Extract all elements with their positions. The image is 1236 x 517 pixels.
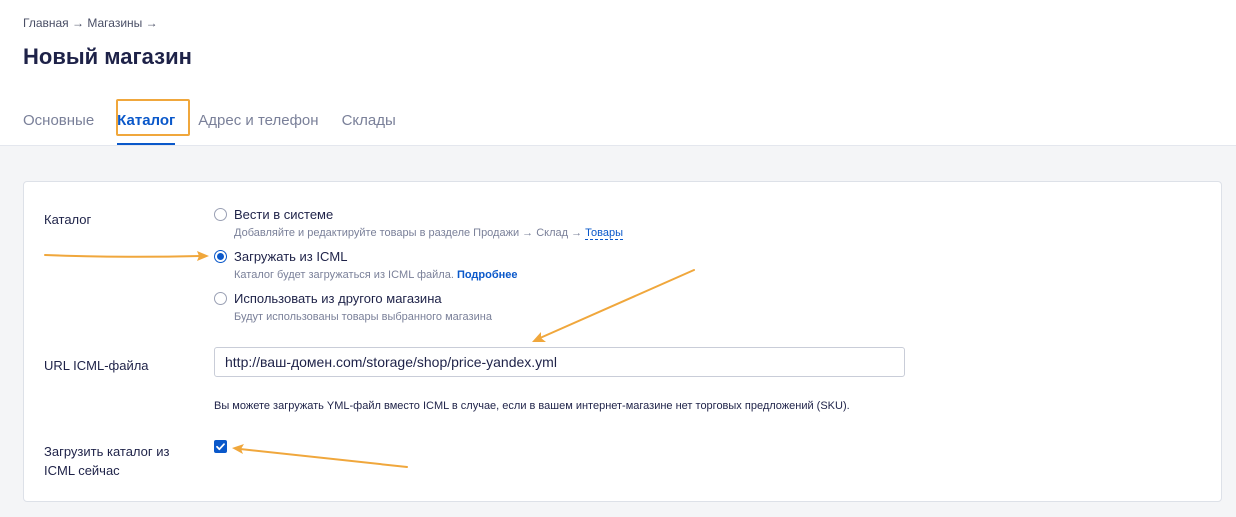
catalog-label: Каталог — [44, 212, 92, 227]
breadcrumb-shops[interactable]: Магазины — [87, 16, 142, 30]
breadcrumb-separator: → — [145, 16, 158, 30]
option-hint: Будут использованы товары выбранного маг… — [234, 311, 492, 323]
load-now-checkbox[interactable] — [214, 440, 227, 453]
tab-bar: Основные Каталог Адрес и телефон Склады — [23, 108, 419, 145]
more-info-link[interactable]: Подробнее — [457, 269, 518, 281]
catalog-settings-card: Каталог Вести в системе Добавляйте и ред… — [23, 181, 1222, 502]
tab-main[interactable]: Основные — [23, 108, 94, 145]
url-label: URL ICML-файла — [44, 358, 149, 373]
radio-use-other-shop[interactable] — [214, 292, 227, 305]
option-load-from-icml[interactable]: Загружать из ICML Каталог будет загружат… — [214, 249, 518, 283]
tab-address-phone[interactable]: Адрес и телефон — [198, 108, 318, 145]
check-icon — [216, 443, 225, 451]
breadcrumb-home[interactable]: Главная — [23, 16, 69, 30]
header-area: Главная → Магазины → Новый магазин Основ… — [0, 0, 1236, 146]
radio-load-from-icml[interactable] — [214, 250, 227, 263]
products-link[interactable]: Товары — [585, 227, 624, 240]
tab-warehouses[interactable]: Склады — [342, 108, 396, 145]
option-manage-in-system[interactable]: Вести в системе Добавляйте и редактируйт… — [214, 207, 624, 241]
option-use-other-shop[interactable]: Использовать из другого магазина Будут и… — [214, 291, 492, 325]
yml-note: Вы можете загружать YML-файл вместо ICML… — [214, 400, 850, 412]
page-title: Новый магазин — [23, 44, 192, 69]
option-title: Вести в системе — [234, 207, 334, 222]
load-now-label: Загрузить каталог из ICML сейчас — [44, 444, 170, 478]
option-hint: Каталог будет загружаться из ICML файла.… — [234, 269, 518, 281]
radio-manage-in-system[interactable] — [214, 208, 227, 221]
breadcrumb: Главная → Магазины → — [23, 16, 158, 30]
option-title: Использовать из другого магазина — [234, 291, 442, 306]
option-hint: Добавляйте и редактируйте товары в разде… — [234, 227, 624, 240]
tab-catalog[interactable]: Каталог — [117, 108, 176, 145]
option-title: Загружать из ICML — [234, 249, 348, 264]
icml-url-input[interactable]: http://ваш-домен.com/storage/shop/price-… — [214, 347, 905, 377]
breadcrumb-separator: → — [72, 16, 85, 30]
